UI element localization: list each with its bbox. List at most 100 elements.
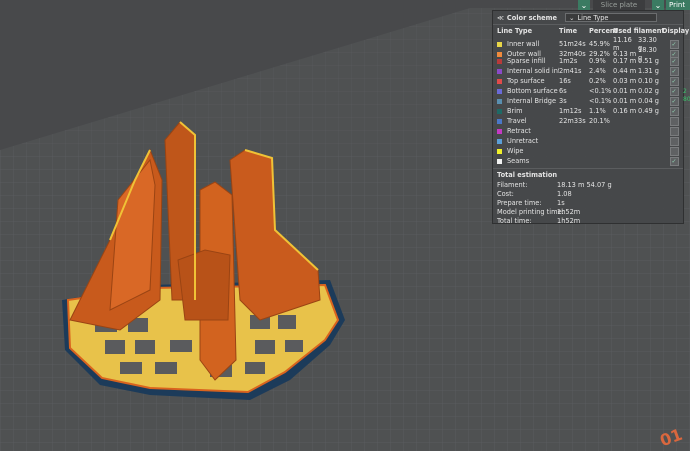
display-checkbox[interactable]: ✓ — [669, 106, 679, 116]
time-value: 3s — [559, 97, 567, 105]
legend-row: Brim 1m12s 1.1% 0.16 m 0.49 g ✓ — [493, 106, 683, 116]
percent-value: 1.1% — [589, 107, 606, 115]
header-line-type: Line Type — [497, 26, 533, 35]
line-type-name: Unretract — [497, 137, 559, 145]
line-type-label: Bottom surface — [507, 87, 558, 95]
filament-length-value: 0.03 m — [613, 77, 637, 85]
prepare-time-label: Prepare time: — [497, 198, 542, 207]
percent-value: <0.1% — [589, 97, 612, 105]
filament-weight-value: 0.10 g — [638, 77, 659, 85]
color-swatch — [497, 148, 502, 154]
time-value: 51m24s — [559, 40, 586, 48]
model-printing-time-label: Model printing time: — [497, 207, 564, 216]
color-swatch — [497, 58, 502, 64]
prepare-time-value: 1s — [557, 198, 565, 207]
line-type-label: Sparse infill — [507, 57, 546, 65]
time-value: 6s — [559, 87, 567, 95]
legend-row: Wipe — [493, 146, 683, 156]
line-type-name: Travel — [497, 117, 559, 125]
color-scheme-panel: ≪ Color scheme ⌄ Line Type Line Type Tim… — [492, 10, 690, 225]
display-checkbox[interactable]: ✓ — [669, 96, 679, 106]
color-scheme-dropdown[interactable]: ⌄ Line Type — [564, 13, 657, 22]
legend-row: Unretract — [493, 136, 683, 146]
legend-row: Bottom surface 6s <0.1% 0.01 m 0.02 g ✓ — [493, 86, 683, 96]
line-type-name: Internal Bridge — [497, 97, 559, 105]
legend-row: Internal solid infill2m41s 2.4% 0.44 m1.31… — [493, 66, 683, 76]
filament-weight-value: 0.51 g — [638, 57, 659, 65]
line-type-label: Inner wall — [507, 40, 540, 48]
filament-length-value: 0.17 m — [613, 57, 637, 65]
cost-value: 1.08 — [557, 189, 572, 198]
color-swatch — [497, 41, 502, 47]
display-checkbox[interactable] — [669, 136, 679, 146]
color-swatch — [497, 88, 502, 94]
header-time: Time — [559, 26, 578, 35]
legend-row: Inner wall 51m24s 45.9% 11.16 m 33.30 g ✓ — [493, 36, 683, 52]
print-button[interactable]: Print — [666, 0, 690, 10]
line-type-label: Internal Bridge — [507, 97, 557, 105]
legend-rows: Inner wall 51m24s 45.9% 11.16 m 33.30 g ✓ Oute… — [493, 36, 683, 166]
color-swatch — [497, 118, 502, 124]
legend-row: Sparse infill 1m2s 0.9% 0.17 m 0.51 g ✓ — [493, 56, 683, 66]
collapse-icon[interactable]: ≪ — [497, 14, 504, 22]
color-swatch — [497, 78, 502, 84]
time-value: 22m33s — [559, 117, 586, 125]
total-time-value: 1h52m — [557, 216, 581, 225]
display-checkbox[interactable]: ✓ — [669, 66, 679, 76]
filament-length-value: 0.16 m — [613, 107, 637, 115]
display-checkbox[interactable] — [669, 126, 679, 136]
legend-row: Top surface 16s 0.2% 0.03 m 0.10 g ✓ — [493, 76, 683, 86]
display-checkbox[interactable]: ✓ — [669, 86, 679, 96]
toolbar-dropdown-button[interactable]: ⌄ — [578, 0, 590, 10]
filament-value: 18.13 m 54.07 g — [557, 180, 612, 189]
line-type-name: Wipe — [497, 147, 559, 155]
filament-weight-value: 0.04 g — [638, 97, 659, 105]
legend-row: Travel 22m33s 20.1% — [493, 116, 683, 126]
color-swatch — [497, 158, 502, 164]
line-type-label: Retract — [507, 127, 531, 135]
layer-slider-readout[interactable]: 2 80 — [683, 88, 690, 104]
line-type-label: Wipe — [507, 147, 524, 155]
slice-plate-button[interactable]: Slice plate — [593, 0, 645, 10]
filament-weight-value: 1.31 g — [638, 67, 659, 75]
line-type-name: Top surface — [497, 77, 559, 85]
layer-value-bottom: 80 — [683, 96, 690, 103]
percent-value: 2.4% — [589, 67, 606, 75]
filament-length-value: 0.01 m — [613, 97, 637, 105]
layer-value-top: 2 — [683, 88, 687, 95]
filament-weight-value: 0.02 g — [638, 87, 659, 95]
total-time-label: Total time: — [497, 216, 532, 225]
line-type-label: Seams — [507, 157, 530, 165]
line-type-name: Seams — [497, 157, 559, 165]
header-used-filament: Used filament — [613, 26, 665, 35]
percent-value: <0.1% — [589, 87, 612, 95]
line-type-name: Retract — [497, 127, 559, 135]
total-estimation: Total estimation Filament: 18.13 m 54.07 … — [493, 168, 683, 225]
color-swatch — [497, 138, 502, 144]
display-checkbox[interactable]: ✓ — [669, 56, 679, 66]
display-checkbox[interactable]: ✓ — [669, 39, 679, 49]
model-printing-time-value: 1h52m — [557, 207, 581, 216]
display-checkbox[interactable] — [669, 116, 679, 126]
color-swatch — [497, 108, 502, 114]
color-swatch — [497, 68, 502, 74]
color-swatch — [497, 128, 502, 134]
percent-value: 20.1% — [589, 117, 610, 125]
color-swatch — [497, 98, 502, 104]
display-checkbox[interactable]: ✓ — [669, 76, 679, 86]
header-display: Display — [662, 26, 690, 35]
line-type-label: Internal solid infill — [507, 67, 559, 75]
percent-value: 0.9% — [589, 57, 606, 65]
display-checkbox[interactable]: ✓ — [669, 156, 679, 166]
legend-row: Seams ✓ — [493, 156, 683, 166]
total-estimation-title: Total estimation — [497, 170, 558, 179]
print-dropdown-button[interactable]: ⌄ — [652, 0, 664, 10]
line-type-label: Top surface — [507, 77, 545, 85]
line-type-label: Brim — [507, 107, 523, 115]
color-swatch — [497, 51, 502, 57]
line-type-name: Inner wall — [497, 40, 559, 48]
filament-length-value: 0.44 m — [613, 67, 637, 75]
line-type-label: Travel — [507, 117, 527, 125]
display-checkbox[interactable] — [669, 146, 679, 156]
line-type-name: Brim — [497, 107, 559, 115]
